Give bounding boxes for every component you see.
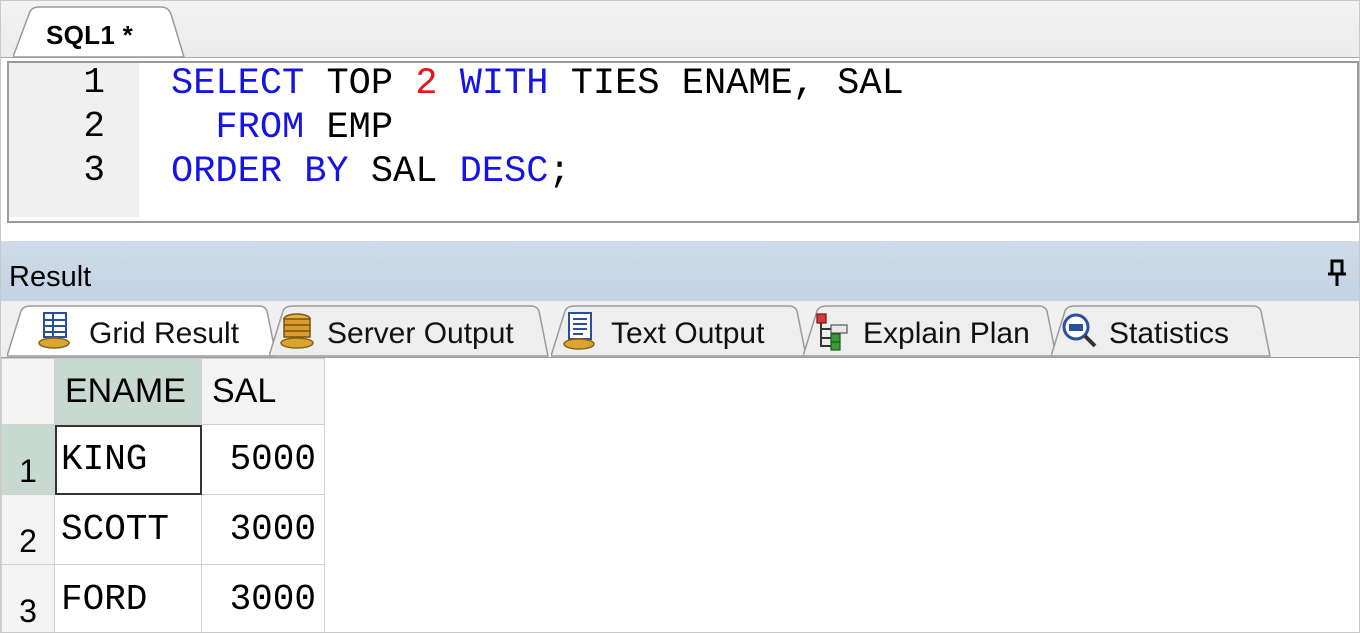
row-number[interactable]: 2: [1, 494, 55, 565]
tab-grid-result[interactable]: Grid Result: [7, 305, 277, 357]
tab-text-output[interactable]: Text Output: [551, 305, 807, 357]
code-line-1[interactable]: SELECT TOP 2 WITH TIES ENAME, SAL: [171, 63, 904, 105]
server-output-icon: [280, 313, 314, 349]
row-number[interactable]: 1: [1, 424, 55, 495]
table-row[interactable]: 3 FORD 3000: [1, 564, 325, 632]
line-number: 1: [83, 62, 105, 103]
code-token-txt: SAL: [370, 151, 460, 193]
explain-plan-icon: [816, 313, 848, 351]
pin-icon[interactable]: [1325, 259, 1349, 287]
code-token-num: 2: [415, 63, 460, 105]
tab-statistics-label: Statistics: [1109, 317, 1230, 350]
cell-ename[interactable]: FORD: [54, 564, 202, 632]
table-row[interactable]: 1 KING 5000: [1, 424, 325, 495]
text-output-icon: [563, 312, 595, 350]
cell-sal[interactable]: 5000: [201, 424, 325, 495]
tab-sql1[interactable]: SQL1 *: [13, 6, 185, 58]
tab-server-output-label: Server Output: [327, 317, 514, 350]
tab-server-output[interactable]: Server Output: [269, 305, 549, 357]
tab-explain-plan-label: Explain Plan: [863, 317, 1030, 350]
code-token-kw: DESC: [459, 151, 549, 193]
code-token-kw: ORDER BY: [171, 151, 371, 193]
tab-text-output-label: Text Output: [611, 317, 765, 350]
column-header-ename[interactable]: ENAME: [54, 358, 202, 425]
tab-sql1-label: SQL1 *: [46, 20, 134, 50]
column-header-sal[interactable]: SAL: [201, 358, 325, 425]
tab-statistics[interactable]: Statistics: [1051, 305, 1271, 357]
code-token-kw: FROM: [215, 107, 327, 149]
code-token-txt: TOP: [326, 63, 416, 105]
line-number-gutter: 1 2 3: [9, 63, 139, 217]
line-number: 2: [83, 106, 105, 147]
cell-ename[interactable]: KING: [54, 424, 202, 495]
cell-ename[interactable]: SCOTT: [54, 494, 202, 565]
statistics-icon: [1062, 313, 1097, 348]
code-token-kw: WITH: [459, 63, 571, 105]
grid-corner[interactable]: [1, 358, 55, 425]
code-token-kw: SELECT: [171, 63, 327, 105]
result-panel-header: Result: [1, 241, 1359, 301]
cell-sal[interactable]: 3000: [201, 494, 325, 565]
code-line-3[interactable]: ORDER BY SAL DESC;: [171, 151, 571, 193]
result-panel-title: Result: [9, 261, 92, 293]
sql-client-window: SQL1 * 1 2 3 SELECT TOP 2 WITH TIES ENAM…: [0, 0, 1360, 633]
row-number[interactable]: 3: [1, 564, 55, 632]
result-grid: ENAME SAL 1 KING 5000 2 SCOTT 3000 3 FOR…: [1, 358, 325, 632]
tab-grid-result-label: Grid Result: [89, 317, 240, 350]
sql-editor[interactable]: 1 2 3 SELECT TOP 2 WITH TIES ENAME, SAL …: [7, 61, 1359, 223]
table-row[interactable]: 2 SCOTT 3000: [1, 494, 325, 565]
tab-explain-plan[interactable]: Explain Plan: [803, 305, 1057, 357]
result-tab-strip: Grid Result Server Output Text Output Ex…: [1, 301, 1359, 358]
grid-header-row: ENAME SAL: [1, 358, 325, 425]
grid-result-icon: [38, 312, 70, 349]
code-token-txt: EMP: [326, 107, 394, 149]
code-line-2[interactable]: FROM EMP: [171, 107, 393, 149]
code-token-txt: ;: [548, 151, 571, 193]
line-number: 3: [83, 150, 105, 191]
editor-tab-strip: SQL1 *: [1, 1, 1359, 58]
code-token-txt: TIES ENAME, SAL: [570, 63, 904, 105]
cell-sal[interactable]: 3000: [201, 564, 325, 632]
